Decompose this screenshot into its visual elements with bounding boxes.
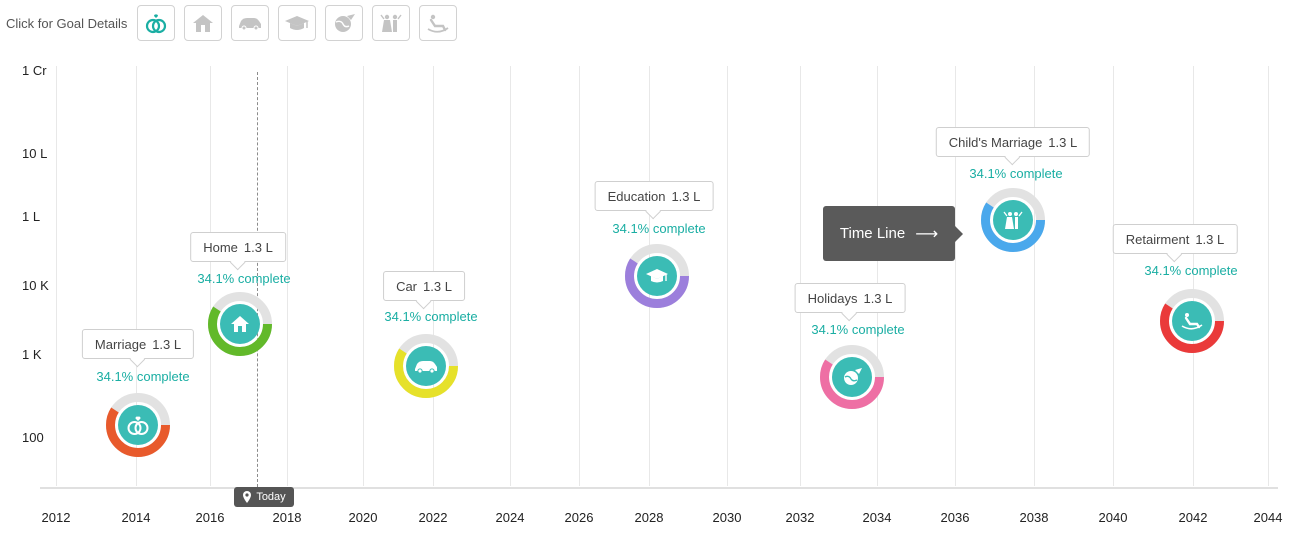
toolbar-label: Click for Goal Details xyxy=(6,15,128,31)
x-tick-label: 2028 xyxy=(634,510,664,525)
goal-progress-label: 34.1% complete xyxy=(969,166,1063,181)
goal-callout: Child's Marriage 1.3 L xyxy=(935,127,1091,157)
today-badge[interactable]: Today xyxy=(234,487,294,507)
goal-progress-label: 34.1% complete xyxy=(612,221,706,236)
house-icon xyxy=(193,15,214,32)
goal-progress-ring[interactable] xyxy=(820,345,884,409)
goal-callout: Retairment 1.3 L xyxy=(1112,224,1238,254)
goal-button-home[interactable] xyxy=(184,5,223,41)
y-tick-label: 10 K xyxy=(22,278,49,293)
goal-progress-ring[interactable] xyxy=(394,334,458,398)
y-tick-label: 10 L xyxy=(22,146,48,161)
goal-callout: Car 1.3 L xyxy=(383,271,465,301)
goal-name: Car xyxy=(396,278,418,294)
x-tick-label: 2040 xyxy=(1098,510,1128,525)
timeline-tooltip[interactable]: Time Line ⟶ xyxy=(823,206,963,261)
x-axis-line xyxy=(40,487,1278,489)
rings-icon xyxy=(146,14,167,34)
y-tick-label: 1 K xyxy=(22,347,42,362)
goal-progress-ring[interactable] xyxy=(1160,289,1224,353)
goal-amount: 1.3 L xyxy=(152,336,182,352)
x-tick-label: 2042 xyxy=(1178,510,1208,525)
goal-button-marriage[interactable] xyxy=(137,5,176,41)
y-tick-label: 100 xyxy=(22,430,44,445)
y-tick-label: 1 L xyxy=(22,209,41,224)
couple-icon xyxy=(380,14,402,32)
goal-progress-ring[interactable] xyxy=(106,393,170,457)
x-tick-label: 2012 xyxy=(41,510,71,525)
goal-name: Marriage xyxy=(94,336,147,352)
graduation-cap-icon xyxy=(285,16,310,30)
goal-toolbar: Click for Goal Details xyxy=(6,3,466,43)
goal-button-holidays[interactable] xyxy=(325,5,364,41)
goal-progress-ring[interactable] xyxy=(981,188,1045,252)
x-tick-label: 2018 xyxy=(272,510,302,525)
x-tick-label: 2014 xyxy=(121,510,151,525)
goal-amount: 1.3 L xyxy=(1048,134,1078,150)
goal-button-education[interactable] xyxy=(278,5,317,41)
goal-button-car[interactable] xyxy=(231,5,270,41)
goal-callout: Holidays 1.3 L xyxy=(794,283,906,313)
goal-name: Child's Marriage xyxy=(948,134,1043,150)
location-pin-icon xyxy=(243,491,252,503)
goal-name: Education xyxy=(607,188,666,204)
x-tick-label: 2038 xyxy=(1019,510,1049,525)
goal-button-retirement[interactable] xyxy=(419,5,458,41)
y-tick-label: 1 Cr xyxy=(22,63,47,78)
goal-name: Holidays xyxy=(807,290,858,306)
goal-progress-label: 34.1% complete xyxy=(197,271,291,286)
x-tick-label: 2034 xyxy=(862,510,892,525)
goal-progress-label: 34.1% complete xyxy=(384,309,478,324)
goal-button-childs-marriage[interactable] xyxy=(372,5,411,41)
goal-amount: 1.3 L xyxy=(671,188,701,204)
goal-progress-ring[interactable] xyxy=(208,292,272,356)
today-label: Today xyxy=(256,491,286,503)
x-tick-label: 2030 xyxy=(712,510,742,525)
timeline-tooltip-label: Time Line xyxy=(839,225,906,242)
goal-amount: 1.3 L xyxy=(863,290,893,306)
goal-progress-label: 34.1% complete xyxy=(811,322,905,337)
globe-plane-icon xyxy=(335,14,356,32)
goal-callout: Education 1.3 L xyxy=(594,181,714,211)
goal-progress-label: 34.1% complete xyxy=(96,369,190,384)
x-tick-label: 2044 xyxy=(1253,510,1283,525)
goal-progress-label: 34.1% complete xyxy=(1144,263,1238,278)
x-tick-label: 2024 xyxy=(495,510,525,525)
goal-callout: Marriage 1.3 L xyxy=(81,329,195,359)
goal-name: Home xyxy=(203,239,238,255)
x-tick-label: 2020 xyxy=(348,510,378,525)
rocking-chair-icon xyxy=(427,14,449,33)
x-tick-label: 2036 xyxy=(940,510,970,525)
goal-amount: 1.3 L xyxy=(423,278,452,294)
car-icon xyxy=(239,18,262,31)
x-tick-label: 2032 xyxy=(785,510,815,525)
goal-progress-ring[interactable] xyxy=(625,244,689,308)
x-tick-label: 2016 xyxy=(195,510,225,525)
goal-name: Retairment xyxy=(1125,231,1190,247)
x-tick-label: 2022 xyxy=(418,510,448,525)
goal-amount: 1.3 L xyxy=(1195,231,1225,247)
goal-callout: Home 1.3 L xyxy=(190,232,286,262)
arrow-right-icon: ⟶ xyxy=(915,225,939,243)
goal-amount: 1.3 L xyxy=(243,239,273,255)
x-tick-label: 2026 xyxy=(564,510,594,525)
